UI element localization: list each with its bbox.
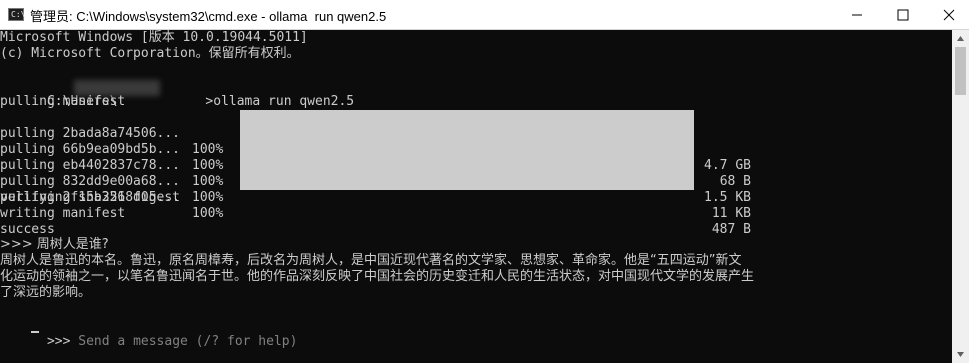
pulling-manifest-line: pulling manifest: [0, 94, 126, 109]
scroll-up-button[interactable]: [952, 30, 969, 47]
scroll-down-icon: [957, 352, 964, 357]
input-placeholder[interactable]: Send a message (/? for help): [78, 334, 297, 349]
header-copyright-line: (c) Microsoft Corporation。保留所有权利。: [0, 46, 300, 61]
answer-line: 周树人是鲁迅的本名。鲁迅，原名周樟寿，后改名为周树人，是中国近现代著名的文学家、…: [0, 253, 742, 268]
pull-percent: 100%: [192, 190, 224, 205]
scroll-thumb[interactable]: [955, 47, 966, 95]
success-line: success: [0, 222, 55, 237]
input-line[interactable]: >>> Send a message (/? for help): [0, 318, 297, 349]
answer-line: 了深远的影响。: [0, 285, 92, 300]
cmd-app-icon[interactable]: C:\: [8, 8, 25, 21]
maximize-button[interactable]: [880, 0, 926, 29]
minimize-icon: [852, 14, 862, 16]
pull-size: 1.5 KB: [704, 190, 751, 205]
header-version-line: Microsoft Windows [版本 10.0.19044.5011]: [0, 30, 308, 45]
maximize-icon: [897, 9, 909, 21]
title-bar[interactable]: C:\ 管理员: C:\Windows\system32\cmd.exe - o…: [0, 0, 969, 30]
close-button[interactable]: [926, 0, 969, 29]
download-progress-bars: [240, 110, 694, 190]
cmd-window: C:\ 管理员: C:\Windows\system32\cmd.exe - o…: [0, 0, 969, 363]
minimize-button[interactable]: [834, 0, 880, 29]
console-output[interactable]: Microsoft Windows [版本 10.0.19044.5011] (…: [0, 30, 952, 363]
question-line: >>> 周树人是谁?: [0, 237, 109, 252]
close-icon: [943, 9, 955, 21]
prompt-line: C:\Users\ >ollama run qwen2.5: [0, 78, 354, 109]
scroll-up-icon: [957, 36, 964, 41]
vertical-scrollbar[interactable]: [952, 30, 969, 363]
writing-manifest-line: writing manifest: [0, 206, 126, 221]
scroll-down-button[interactable]: [952, 346, 969, 363]
verifying-line: verifying sha256 digest: [0, 190, 181, 205]
pull-size: 11 KB: [711, 206, 751, 221]
text-cursor: [31, 331, 39, 333]
answer-line: 化运动的领袖之一，以笔名鲁迅闻名于世。他的作品深刻反映了中国社会的历史变迁和人民…: [0, 269, 755, 284]
pull-size: 487 B: [711, 222, 751, 237]
prompt-command: >ollama run qwen2.5: [205, 94, 355, 109]
window-title: 管理员: C:\Windows\system32\cmd.exe - ollam…: [30, 9, 387, 24]
input-prompt: >>>: [46, 334, 79, 349]
pull-percent: 100%: [192, 206, 224, 221]
